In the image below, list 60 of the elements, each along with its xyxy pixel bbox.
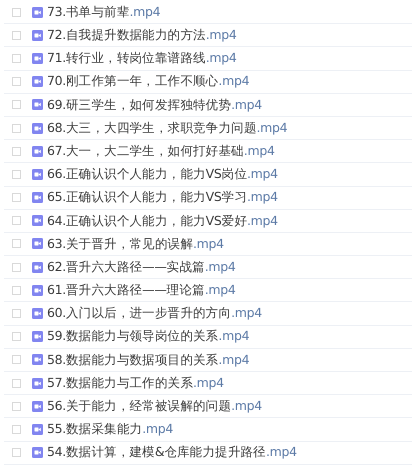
checkbox[interactable]: [12, 146, 21, 156]
video-file-icon: [32, 378, 43, 389]
file-name[interactable]: 73.书单与前辈.mp4: [47, 6, 160, 18]
file-name[interactable]: 56.关于能力，经常被误解的问题.mp4: [47, 400, 262, 413]
checkbox[interactable]: [12, 216, 21, 226]
checkbox[interactable]: [12, 424, 21, 434]
checkbox[interactable]: [12, 193, 21, 202]
file-name[interactable]: 65.正确认识个人能力，能力VS学习.mp4: [47, 191, 278, 204]
video-file-icon: [32, 331, 43, 342]
checkbox[interactable]: [12, 77, 21, 86]
checkbox[interactable]: [12, 378, 21, 388]
checkbox[interactable]: [12, 286, 21, 295]
file-name[interactable]: 70.刚工作第一年，工作不顺心.mp4: [47, 75, 250, 88]
file-name[interactable]: 71.转行业，转岗位靠谱路线.mp4: [47, 52, 237, 65]
checkbox[interactable]: [12, 124, 21, 133]
video-file-icon: [32, 52, 43, 64]
video-file-icon: [32, 215, 43, 226]
file-name[interactable]: 62.晋升六大路径——实战篇.mp4: [47, 260, 236, 274]
checkbox[interactable]: [12, 30, 21, 40]
file-name[interactable]: 60.入门以后，进一步晋升的方向.mp4: [47, 307, 262, 320]
checkbox[interactable]: [12, 239, 21, 248]
checkbox[interactable]: [12, 332, 21, 342]
file-name[interactable]: 61.晋升六大路径——理论篇.mp4: [47, 284, 236, 297]
checkbox[interactable]: [12, 170, 21, 179]
file-name[interactable]: 59.数据能力与领导岗位的关系.mp4: [47, 330, 250, 343]
file-name[interactable]: 63.关于晋升，常见的误解.mp4: [47, 238, 224, 250]
file-name[interactable]: 55.数据采集能力.mp4: [47, 423, 174, 436]
video-file-icon: [32, 99, 43, 110]
file-name[interactable]: 58.数据能力与数据项目的关系.mp4: [47, 354, 250, 366]
video-file-icon: [32, 424, 43, 435]
checkbox[interactable]: [12, 309, 21, 318]
video-file-icon: [32, 76, 43, 88]
video-file-icon: [32, 400, 43, 412]
checkbox[interactable]: [12, 100, 21, 110]
checkbox[interactable]: [12, 448, 21, 458]
checkbox[interactable]: [12, 355, 21, 364]
video-file-icon: [32, 262, 43, 273]
file-name[interactable]: 68.大三，大四学生，求职竞争力问题.mp4: [47, 122, 288, 134]
file-name[interactable]: 57.数据能力与工作的关系.mp4: [47, 376, 224, 390]
video-file-icon: [32, 308, 43, 320]
file-name[interactable]: 69.研三学生，如何发挥独特优势.mp4: [47, 98, 262, 112]
video-file-icon: [32, 354, 43, 366]
video-file-icon: [32, 238, 43, 250]
video-file-icon: [32, 192, 43, 204]
checkbox[interactable]: [12, 54, 21, 63]
checkbox[interactable]: [12, 262, 21, 272]
checkbox[interactable]: [12, 8, 21, 17]
file-name[interactable]: 54.数据计算，建模&仓库能力提升路径.mp4: [47, 446, 297, 459]
video-file-icon: [32, 168, 43, 180]
checkbox[interactable]: [12, 402, 21, 411]
video-file-icon: [32, 146, 43, 157]
video-file-icon: [32, 30, 43, 41]
video-file-icon: [32, 447, 43, 458]
file-name[interactable]: 72.自我提升数据能力的方法.mp4: [47, 29, 237, 42]
video-file-icon: [32, 6, 43, 18]
video-file-icon: [32, 284, 43, 296]
file-name[interactable]: 66.正确认识个人能力，能力VS岗位.mp4: [47, 168, 278, 181]
file-name[interactable]: 64.正确认识个人能力，能力VS爱好.mp4: [47, 214, 278, 228]
video-file-icon: [32, 122, 43, 134]
file-name[interactable]: 67.大一，大二学生，如何打好基础.mp4: [47, 144, 275, 158]
